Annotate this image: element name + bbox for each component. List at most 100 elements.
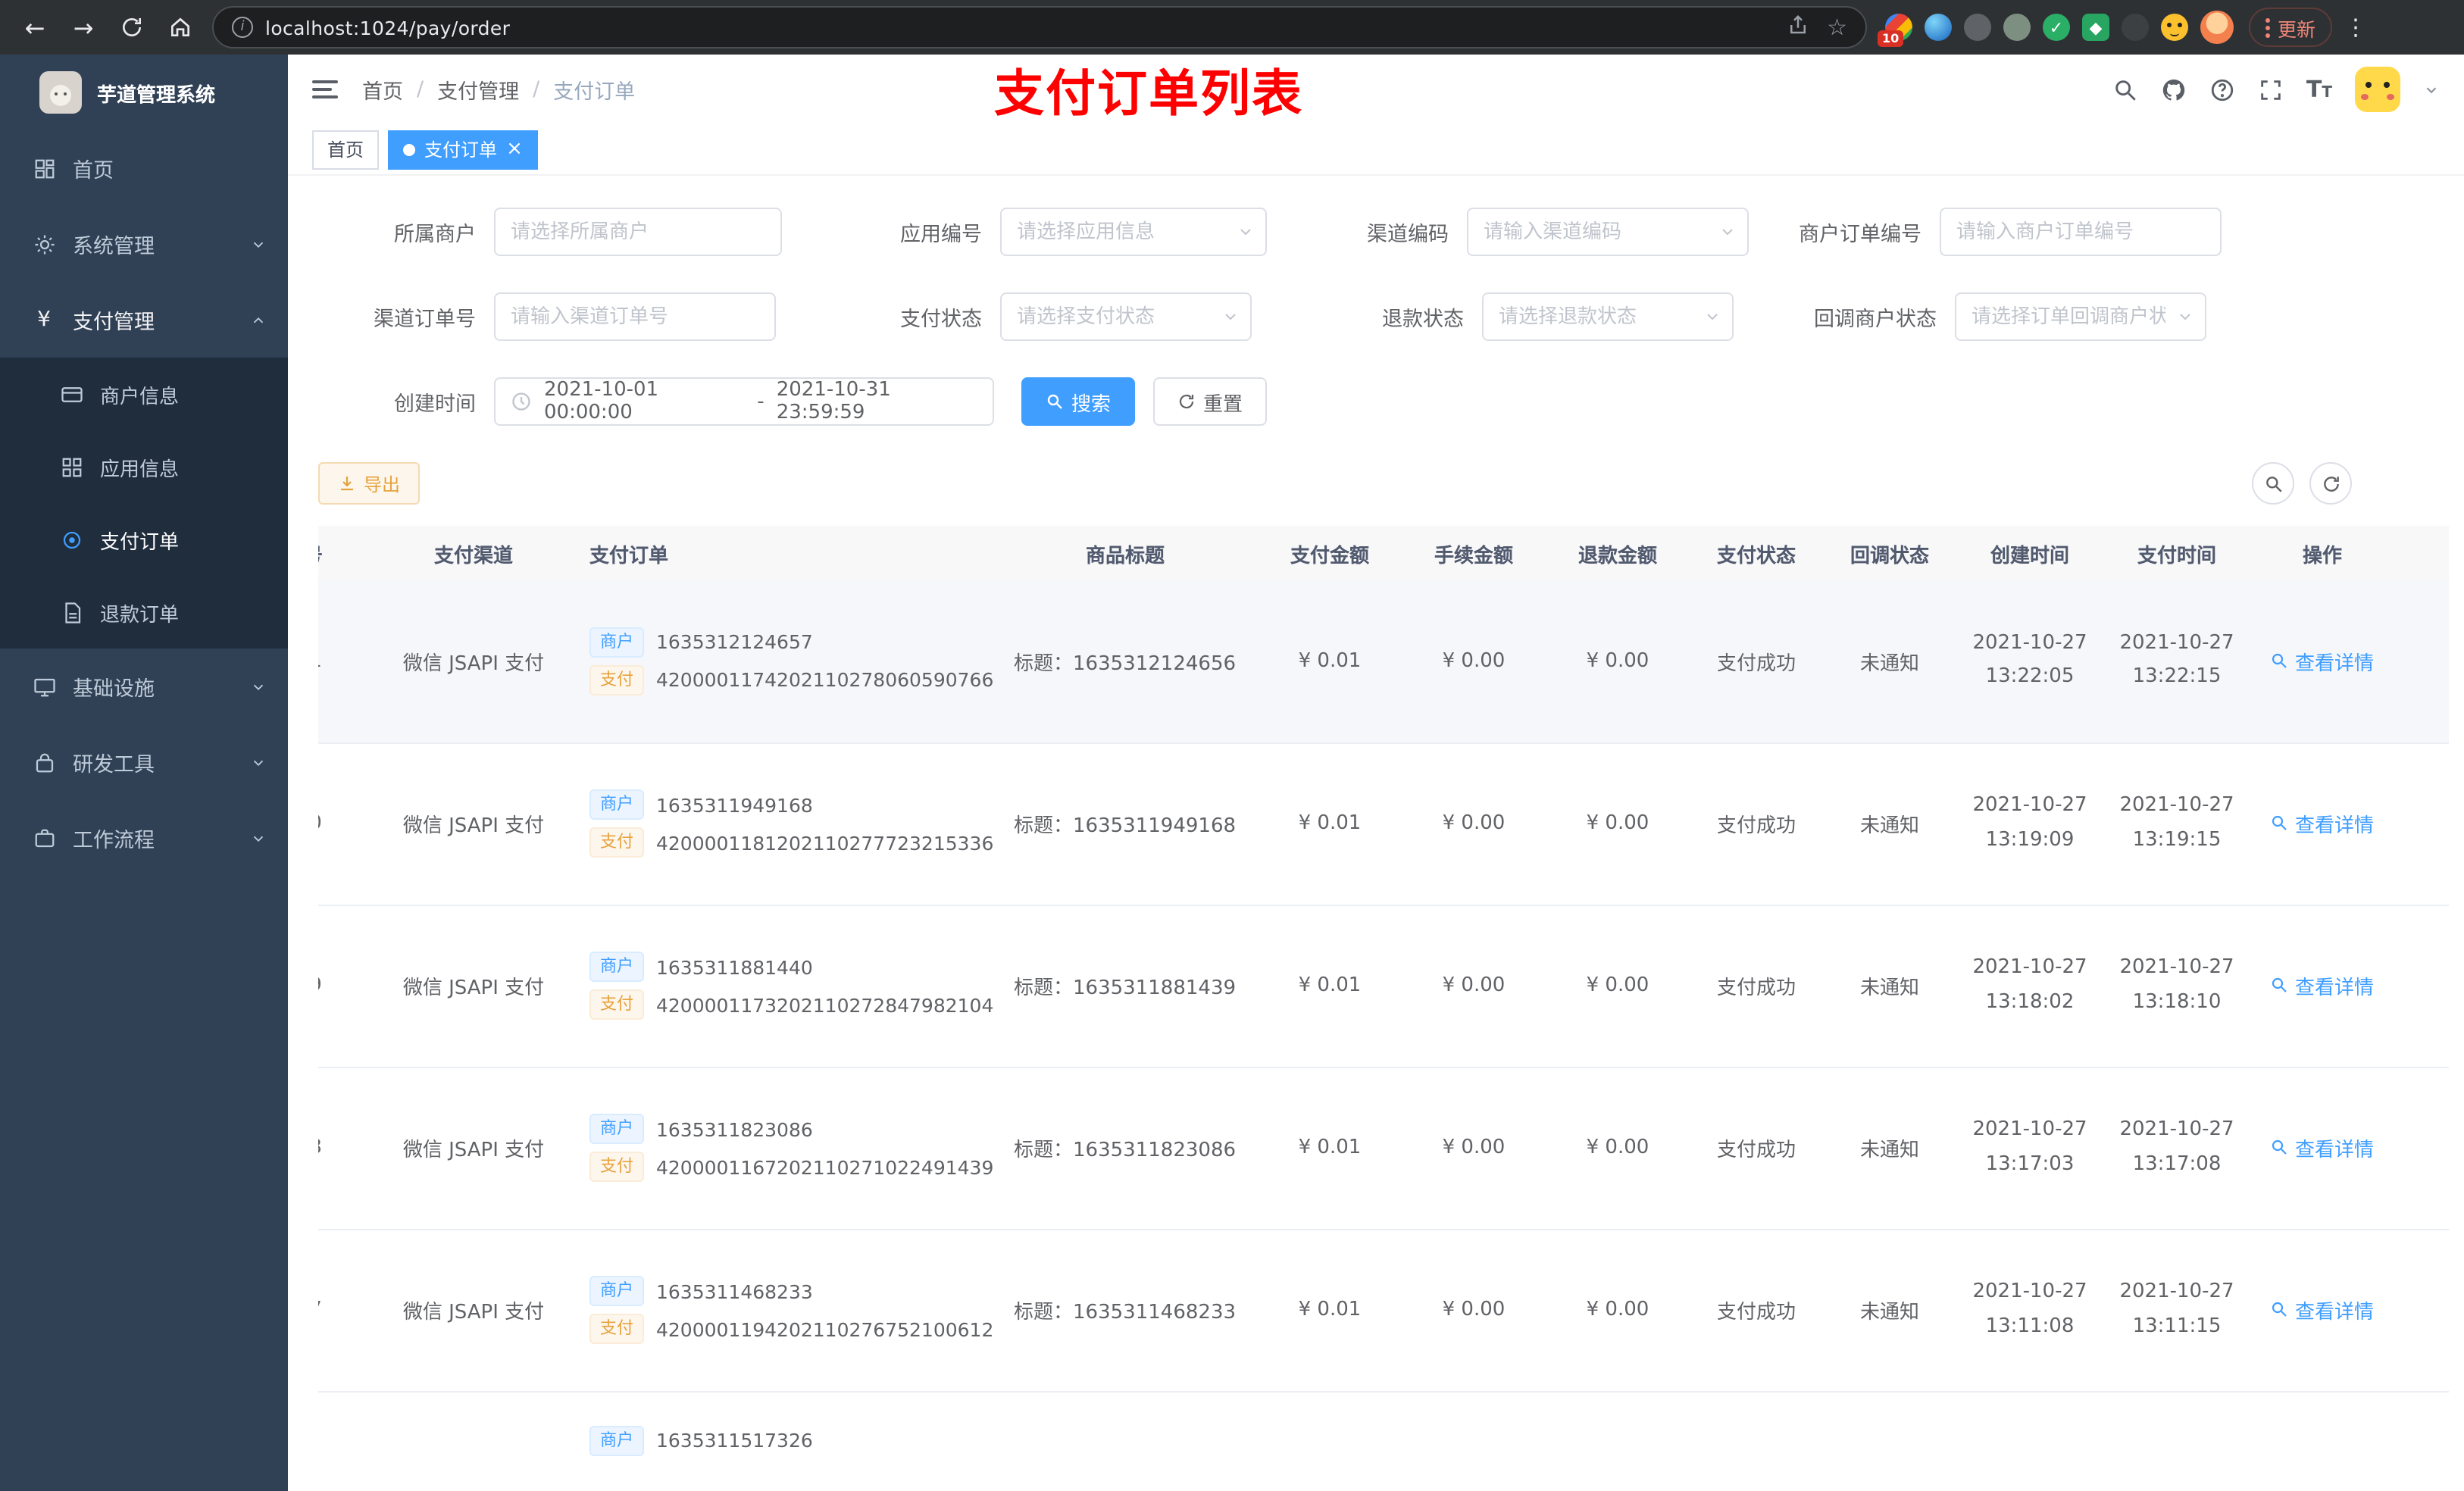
tags-view: 首页 支付订单 × xyxy=(288,124,2464,176)
sidebar-item-workflow[interactable]: 工作流程 xyxy=(0,800,288,876)
monitor-icon xyxy=(30,675,58,698)
merchant-tag: 商户 xyxy=(589,952,644,982)
home-icon[interactable] xyxy=(158,5,203,50)
pay-tag: 支付 xyxy=(589,664,644,695)
sidebar-item-refund-order[interactable]: 退款订单 xyxy=(0,576,288,649)
col-order: 支付订单 xyxy=(568,526,993,580)
sidebar-item-infra[interactable]: 基础设施 xyxy=(0,649,288,724)
refund-status-filter-label: 退款状态 xyxy=(1382,308,1464,332)
channel-code-filter-label: 渠道编码 xyxy=(1367,223,1449,247)
chevron-down-icon xyxy=(250,236,267,252)
col-action: 操作 xyxy=(2250,526,2394,580)
tab-pay-order[interactable]: 支付订单 × xyxy=(388,130,538,169)
emoji-extension-icon[interactable] xyxy=(2161,14,2188,41)
fullscreen-icon[interactable] xyxy=(2258,77,2284,102)
channel-order-no-input[interactable] xyxy=(494,292,776,341)
create-time-range-picker[interactable]: 2021-10-01 00:00:00 - 2021-10-31 23:59:5… xyxy=(494,377,994,426)
sidebar-item-app-info[interactable]: 应用信息 xyxy=(0,430,288,503)
extension-icon[interactable] xyxy=(1925,14,1952,41)
site-info-icon[interactable]: i xyxy=(232,17,253,38)
pay-status-select[interactable] xyxy=(1000,292,1252,341)
browser-profile-avatar[interactable] xyxy=(2200,11,2234,44)
sidebar-item-pay-order[interactable]: 支付订单 xyxy=(0,503,288,576)
app-no-select[interactable] xyxy=(1000,208,1267,256)
caret-down-icon[interactable] xyxy=(2423,81,2440,98)
channel-order-no: 4200001167202110271022491439 xyxy=(656,1155,994,1178)
toggle-search-button[interactable] xyxy=(2252,462,2294,505)
breadcrumb-home[interactable]: 首页 xyxy=(362,74,403,105)
bookmark-star-icon[interactable]: ☆ xyxy=(1827,14,1847,41)
browser-menu-icon[interactable]: ⋮ xyxy=(2344,14,2367,41)
dashboard-icon xyxy=(30,157,58,180)
merchant-filter-label: 所属商户 xyxy=(394,223,476,247)
sidebar-item-pay[interactable]: ¥ 支付管理 xyxy=(0,282,288,358)
pay-tag: 支付 xyxy=(589,1314,644,1344)
sidebar-item-merchant-info[interactable]: 商户信息 xyxy=(0,358,288,430)
chevron-down-icon xyxy=(250,754,267,771)
table-row: 121 微信 JSAPI 支付 商户1635312124657 支付420000… xyxy=(318,580,2449,743)
view-detail-link[interactable]: 查看详情 xyxy=(2271,1133,2374,1162)
search-button[interactable]: 搜索 xyxy=(1021,377,1136,426)
view-detail-link[interactable]: 查看详情 xyxy=(2271,646,2374,675)
reset-button[interactable]: 重置 xyxy=(1153,377,1268,426)
help-icon[interactable] xyxy=(2209,77,2235,102)
sidebar-item-dev-tools[interactable]: 研发工具 xyxy=(0,724,288,800)
user-avatar[interactable] xyxy=(2355,67,2400,112)
table-row: 117 微信 JSAPI 支付 商户1635311468233 支付420000… xyxy=(318,1229,2449,1392)
channel-code-select[interactable] xyxy=(1467,208,1749,256)
browser-toolbar: ← → i localhost:1024/pay/order ☆ 10 ✓ ◆ … xyxy=(0,0,2464,55)
refund-status-select[interactable] xyxy=(1482,292,1734,341)
extensions-area: 10 ✓ ◆ xyxy=(1878,11,2234,47)
sidebar-item-system[interactable]: 系统管理 xyxy=(0,206,288,282)
sidebar-item-home[interactable]: 首页 xyxy=(0,130,288,206)
extension-icon[interactable] xyxy=(2003,14,2031,41)
tab-home[interactable]: 首页 xyxy=(312,130,380,169)
view-detail-link[interactable]: 查看详情 xyxy=(2271,971,2374,1000)
merchant-order-no-input[interactable] xyxy=(1940,208,2222,256)
extension-icon[interactable] xyxy=(1964,14,1991,41)
merchant-order-no: 1635311468233 xyxy=(656,1280,813,1302)
breadcrumb-pay[interactable]: 支付管理 xyxy=(437,74,519,105)
search-icon xyxy=(2265,476,2281,492)
extension-icon[interactable]: ◆ xyxy=(2082,14,2109,41)
export-button[interactable]: 导出 xyxy=(318,462,421,505)
forward-icon[interactable]: → xyxy=(61,5,106,50)
merchant-tag: 商户 xyxy=(589,1425,644,1455)
back-icon[interactable]: ← xyxy=(12,5,58,50)
url-bar[interactable]: i localhost:1024/pay/order ☆ xyxy=(212,6,1867,48)
font-size-icon[interactable]: TT xyxy=(2306,76,2332,103)
reload-icon[interactable] xyxy=(109,5,155,50)
merchant-order-no: 1635312124657 xyxy=(656,630,813,654)
col-refund: 退款金额 xyxy=(1546,526,1690,580)
logo-avatar xyxy=(39,71,82,114)
extension-icon[interactable]: ✓ xyxy=(2043,14,2070,41)
merchant-tag: 商户 xyxy=(589,1114,644,1144)
merchant-tag: 商户 xyxy=(589,789,644,820)
app-logo[interactable]: 芋道管理系统 xyxy=(0,55,288,130)
search-icon xyxy=(1047,394,1062,409)
merchant-filter-input[interactable] xyxy=(494,208,782,256)
browser-update-button[interactable]: 更新 xyxy=(2249,8,2333,47)
hamburger-icon[interactable] xyxy=(312,80,338,98)
merchant-order-no: 1635311517326 xyxy=(656,1429,813,1452)
share-icon[interactable] xyxy=(1786,13,1809,42)
merchant-tag: 商户 xyxy=(589,1276,644,1306)
extension-icon[interactable]: 10 xyxy=(1878,14,1912,47)
chevron-down-icon xyxy=(250,830,267,846)
merchant-order-no: 1635311823086 xyxy=(656,1117,813,1140)
github-icon[interactable] xyxy=(2161,77,2187,102)
refresh-table-button[interactable] xyxy=(2309,462,2352,505)
notify-status-select[interactable] xyxy=(1955,292,2206,341)
refresh-icon xyxy=(1179,394,1194,409)
col-channel: 支付渠道 xyxy=(379,526,568,580)
record-icon xyxy=(58,528,85,551)
view-detail-link[interactable]: 查看详情 xyxy=(2271,809,2374,838)
search-icon[interactable] xyxy=(2112,77,2138,102)
close-icon[interactable]: × xyxy=(506,139,523,159)
view-detail-link[interactable]: 查看详情 xyxy=(2271,1296,2374,1324)
merchant-tag: 商户 xyxy=(589,627,644,658)
range-separator: - xyxy=(757,390,765,413)
pin-extension-icon[interactable] xyxy=(2122,14,2149,41)
channel-order-no: 4200001194202110276752100612 xyxy=(656,1318,994,1340)
pay-tag: 支付 xyxy=(589,827,644,858)
